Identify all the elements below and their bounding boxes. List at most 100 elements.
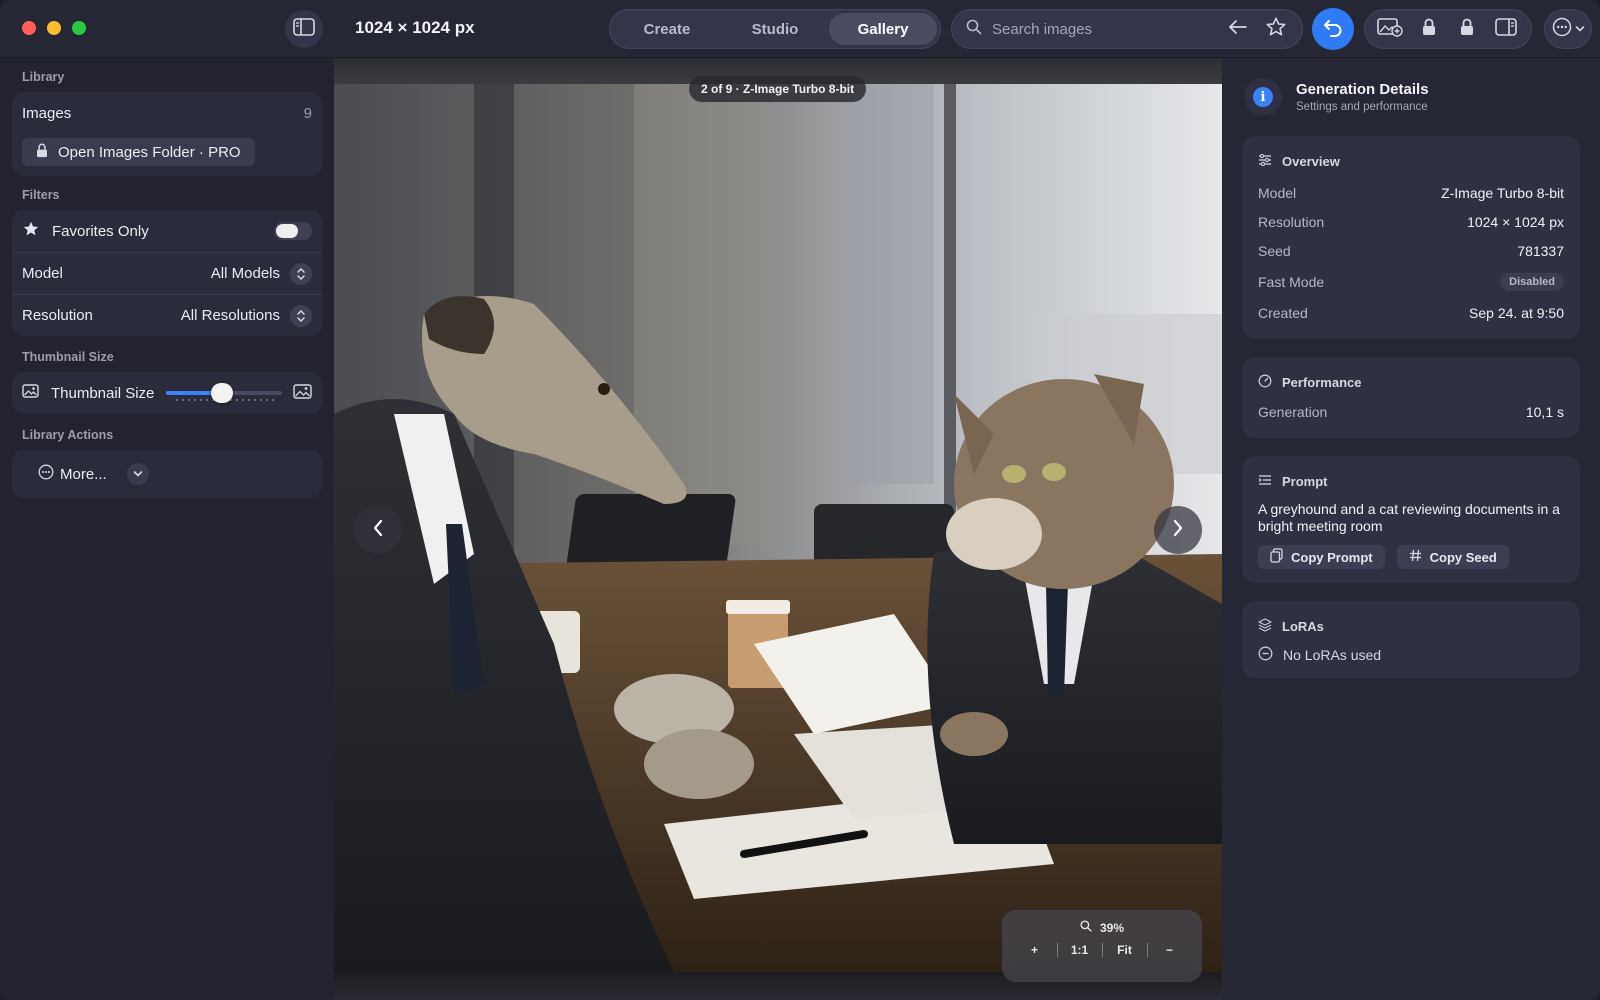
model-filter-row[interactable]: Model All Models (12, 252, 322, 294)
ellipsis-circle-icon (1552, 17, 1572, 42)
zoom-actual-size-button[interactable]: 1:1 (1058, 943, 1102, 957)
zoom-level: 39% (1080, 920, 1124, 935)
filters-section-label: Filters (22, 188, 60, 202)
sidebar-toggle-button[interactable] (285, 10, 323, 48)
favorites-only-row: Favorites Only (12, 210, 322, 252)
zoom-buttons: + 1:1 Fit − (1013, 943, 1192, 957)
close-window-button[interactable] (22, 21, 36, 35)
tab-create[interactable]: Create (613, 13, 721, 45)
image-add-icon (1377, 17, 1403, 42)
minimize-window-button[interactable] (47, 21, 61, 35)
lock-button-1[interactable] (1411, 11, 1447, 47)
inspector-toggle-button[interactable] (1488, 11, 1524, 47)
chevron-down-icon (133, 465, 143, 483)
photo-small-icon (22, 384, 39, 402)
overview-row-seed: Seed 781337 (1258, 236, 1564, 265)
favorites-only-toggle[interactable] (274, 222, 312, 240)
chevron-left-icon (372, 519, 384, 542)
overview-row-model: Model Z-Image Turbo 8-bit (1258, 178, 1564, 207)
resolution-filter-value: All Resolutions (180, 307, 280, 324)
filters-card: Favorites Only Model All Models Resoluti… (12, 210, 322, 336)
copy-seed-button[interactable]: Copy Seed (1396, 545, 1509, 569)
next-image-button[interactable] (1154, 506, 1202, 554)
overview-title: Overview (1282, 153, 1340, 169)
undo-button[interactable] (1312, 8, 1354, 50)
details-title: Generation Details (1296, 81, 1429, 98)
lock-button-2[interactable] (1449, 11, 1485, 47)
library-actions-card: More... (12, 450, 322, 498)
more-actions-chevron[interactable] (126, 463, 149, 485)
more-actions-button[interactable]: More... (26, 460, 119, 488)
loras-title-row: LoRAs (1258, 615, 1564, 637)
thumbnail-card: Thumbnail Size (12, 372, 322, 414)
sidebar-item-images[interactable]: Images 9 (12, 92, 322, 134)
generated-image[interactable] (334, 84, 1222, 972)
model-value: Z-Image Turbo 8-bit (1441, 184, 1564, 201)
model-filter-label: Model (22, 265, 63, 282)
copy-prompt-button[interactable]: Copy Prompt (1258, 545, 1385, 569)
image-counter-badge: 2 of 9 · Z-Image Turbo 8-bit (689, 76, 867, 102)
performance-title-row: Performance (1258, 371, 1564, 393)
lock-icon (1422, 18, 1436, 41)
zoom-in-button[interactable]: + (1013, 943, 1057, 957)
resolution-key: Resolution (1258, 213, 1325, 230)
zoom-controls: 39% + 1:1 Fit − (1002, 910, 1202, 982)
sliders-icon (1258, 153, 1272, 169)
open-images-folder-button[interactable]: Open Images Folder · PRO (22, 138, 255, 166)
created-value: Sep 24. at 9:50 (1469, 304, 1564, 321)
loras-title: LoRAs (1282, 618, 1324, 634)
app-window: 1024 × 1024 px Create Studio Gallery Sea… (0, 0, 1600, 1000)
back-button[interactable] (1220, 11, 1256, 47)
seed-value: 781337 (1517, 242, 1564, 259)
more-options-button[interactable] (1544, 9, 1592, 49)
prompt-title: Prompt (1282, 473, 1328, 489)
window-title: 1024 × 1024 px (355, 18, 475, 37)
right-sidebar-icon (1494, 17, 1517, 41)
magnifier-icon (1080, 920, 1092, 935)
generation-key: Generation (1258, 403, 1328, 420)
image-tools (1364, 9, 1532, 49)
search-actions (1220, 10, 1302, 48)
star-icon (22, 220, 40, 242)
prompt-card: Prompt A greyhound and a cat reviewing d… (1242, 456, 1580, 583)
zoom-window-button[interactable] (72, 21, 86, 35)
details-subtitle: Settings and performance (1296, 101, 1428, 113)
overview-card: Overview Model Z-Image Turbo 8-bit Resol… (1242, 136, 1580, 339)
library-card: Images 9 Open Images Folder · PRO (12, 92, 322, 176)
slider-thumb[interactable] (210, 383, 233, 403)
performance-card: Performance Generation 10,1 s (1242, 357, 1580, 438)
resolution-filter-row[interactable]: Resolution All Resolutions (12, 294, 322, 336)
search-bar (951, 9, 1303, 49)
favorite-button[interactable] (1258, 11, 1294, 47)
created-key: Created (1258, 304, 1308, 321)
lock-icon (36, 143, 48, 162)
open-images-folder-label: Open Images Folder · PRO (58, 143, 241, 161)
search-input[interactable] (992, 20, 1192, 38)
tab-gallery[interactable]: Gallery (829, 13, 937, 45)
sidebar: Library Images 9 Open Images Folder · PR… (0, 58, 334, 1000)
model-filter-value: All Models (210, 265, 280, 282)
zoom-out-button[interactable]: − (1148, 943, 1192, 957)
chevron-up-down-icon (290, 304, 312, 327)
hashtag-icon (1409, 549, 1422, 565)
title-bar: 1024 × 1024 px Create Studio Gallery (0, 0, 1600, 58)
more-actions-label: More... (60, 465, 107, 483)
previous-image-button[interactable] (354, 506, 402, 554)
copy-prompt-label: Copy Prompt (1291, 549, 1373, 565)
copy-seed-label: Copy Seed (1429, 549, 1497, 565)
undo-icon (1322, 17, 1344, 42)
zoom-fit-button[interactable]: Fit (1103, 943, 1147, 957)
no-loras-label: No LoRAs used (1283, 647, 1382, 663)
chevron-up-down-icon (290, 262, 312, 285)
loras-card: LoRAs No LoRAs used (1242, 601, 1580, 678)
resolution-filter-label: Resolution (22, 307, 93, 324)
generated-image-art (334, 84, 1222, 972)
thumbnail-size-slider[interactable] (166, 382, 283, 404)
tab-studio[interactable]: Studio (721, 13, 829, 45)
image-viewer: 2 of 9 · Z-Image Turbo 8-bit 39% + 1:1 F… (334, 58, 1222, 1000)
lock-icon (1460, 18, 1474, 41)
add-image-button[interactable] (1372, 11, 1408, 47)
overview-row-created: Created Sep 24. at 9:50 (1258, 298, 1564, 327)
chevron-right-icon (1172, 519, 1184, 542)
library-section-label: Library (22, 70, 65, 84)
